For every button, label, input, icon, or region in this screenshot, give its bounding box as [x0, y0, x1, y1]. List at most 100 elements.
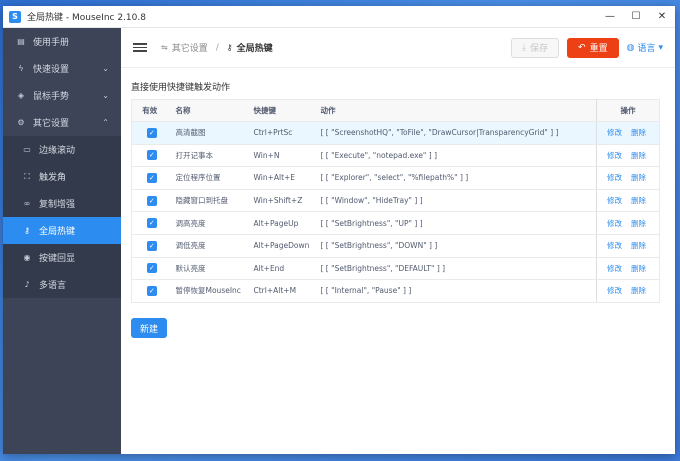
sidebar-item-other-settings[interactable]: ⚙ 其它设置 ⌃ — [3, 109, 121, 136]
maximize-icon[interactable]: ☐ — [623, 6, 649, 27]
new-button[interactable]: 新建 — [131, 318, 168, 338]
row-action: [ [ "Internal", "Pause" ] ] — [312, 279, 597, 303]
sidebar-item-label: 快速设置 — [33, 65, 70, 75]
table-row[interactable]: ✓ 暂停恢复MouseInc Ctrl+Alt+M[ [ "Internal", "… — [131, 279, 660, 303]
col-action: 动作 — [312, 99, 597, 122]
edit-link[interactable]: 修改 — [607, 151, 622, 160]
edit-link[interactable]: 修改 — [607, 219, 622, 228]
close-icon[interactable]: ✕ — [649, 6, 675, 27]
sidebar-item-language[interactable]: ♪ 多语言 — [3, 271, 121, 298]
row-name: 调高亮度 — [167, 211, 246, 235]
table-row[interactable]: ✓ 隐藏窗口到托盘 Win+Shift+Z[ [ "Window", "HideTr… — [131, 189, 660, 213]
row-action: [ [ "SetBrightness", "DOWN" ] ] — [312, 234, 597, 258]
sidebar-item-mouse-gesture[interactable]: ◈ 鼠标手势 ⌄ — [3, 82, 121, 109]
col-name: 名称 — [167, 99, 246, 122]
table-header-row: 有效 名称 快捷键 动作 操作 — [131, 99, 660, 122]
language-dropdown[interactable]: ◍ 语言 ▾ — [627, 41, 663, 55]
gear-icon: ⚙ — [17, 118, 25, 127]
book-icon: ▤ — [17, 37, 25, 46]
row-hotkey: Alt+PageDown — [245, 234, 313, 258]
table-row[interactable]: ✓ 调高亮度 Alt+PageUp[ [ "SetBrightness", "UP"… — [131, 211, 660, 235]
edit-link[interactable]: 修改 — [607, 264, 622, 273]
minimize-icon[interactable]: — — [597, 6, 623, 27]
sidebar-item-global-hotkey[interactable]: ⚷ 全局热键 — [3, 217, 121, 244]
monitor-icon: ▭ — [23, 145, 31, 154]
row-enabled-cell: ✓ — [131, 189, 168, 213]
enabled-checkbox[interactable]: ✓ — [146, 172, 157, 183]
enabled-checkbox[interactable]: ✓ — [146, 218, 157, 229]
sidebar-item-label: 边缘滚动 — [39, 146, 76, 156]
table-row[interactable]: ✓ 打开记事本 Win+N[ [ "Execute", "notepad.exe" … — [131, 144, 660, 168]
row-name: 高清截图 — [167, 121, 246, 145]
row-name: 打开记事本 — [167, 144, 246, 168]
enabled-checkbox[interactable]: ✓ — [146, 263, 157, 274]
main-panel: ⇋ 其它设置 / ⚷ 全局热键 ⤓ 保存 ↶ 重置 ◍ 语言 ▾ 直接使用快捷键… — [121, 28, 675, 454]
breadcrumb-parent[interactable]: ⇋ 其它设置 — [161, 41, 208, 54]
mic-icon: ♪ — [24, 280, 30, 289]
save-button-label: 保存 — [530, 44, 549, 54]
enabled-checkbox[interactable]: ✓ — [146, 240, 157, 251]
row-enabled-cell: ✓ — [131, 234, 168, 258]
delete-link[interactable]: 删除 — [631, 241, 646, 250]
delete-link[interactable]: 删除 — [631, 128, 646, 137]
delete-link[interactable]: 删除 — [631, 173, 646, 182]
reset-button[interactable]: ↶ 重置 — [567, 37, 619, 58]
row-name: 定位程序位置 — [167, 166, 246, 190]
row-name: 默认亮度 — [167, 257, 246, 281]
delete-link[interactable]: 删除 — [631, 151, 646, 160]
row-hotkey: Win+Shift+Z — [245, 189, 313, 213]
title-bar[interactable]: S 全局热键 - MouseInc 2.10.8 — ☐ ✕ — [3, 6, 675, 28]
breadcrumb-separator: / — [215, 42, 219, 53]
chevron-down-icon: ⌄ — [102, 91, 109, 100]
row-ops: 修改 删除 — [596, 144, 660, 168]
link-icon: ∞ — [23, 199, 31, 208]
sidebar-item-hot-corner[interactable]: ⛶ 触发角 — [3, 163, 121, 190]
sidebar-item-label: 多语言 — [39, 281, 67, 291]
table-row[interactable]: ✓ 默认亮度 Alt+End[ [ "SetBrightness", "DEFAUL… — [131, 257, 660, 281]
row-hotkey: Alt+PageUp — [245, 211, 313, 235]
sidebar: ▤ 使用手册 ϟ 快速设置 ⌄ ◈ 鼠标手势 ⌄ ⚙ 其它设置 ⌃ ▭ 边缘滚动 — [3, 28, 121, 454]
save-button[interactable]: ⤓ 保存 — [511, 37, 560, 58]
edit-link[interactable]: 修改 — [607, 286, 622, 295]
sidebar-item-key-echo[interactable]: ◉ 按键回显 — [3, 244, 121, 271]
col-enabled: 有效 — [131, 99, 168, 122]
sidebar-item-quick-settings[interactable]: ϟ 快速设置 ⌄ — [3, 55, 121, 82]
row-ops: 修改 删除 — [596, 257, 660, 281]
row-enabled-cell: ✓ — [131, 211, 168, 235]
sidebar-item-manual[interactable]: ▤ 使用手册 — [3, 28, 121, 55]
edit-link[interactable]: 修改 — [607, 196, 622, 205]
row-action: [ [ "SetBrightness", "DEFAULT" ] ] — [312, 257, 597, 281]
sidebar-item-label: 复制增强 — [39, 200, 76, 210]
chevron-up-icon: ⌃ — [102, 118, 109, 127]
row-hotkey: Win+N — [245, 144, 313, 168]
sidebar-item-edge-scroll[interactable]: ▭ 边缘滚动 — [3, 136, 121, 163]
delete-link[interactable]: 删除 — [631, 264, 646, 273]
row-enabled-cell: ✓ — [131, 257, 168, 281]
row-ops: 修改 删除 — [596, 234, 660, 258]
sidebar-item-label: 按键回显 — [39, 254, 76, 264]
enabled-checkbox[interactable]: ✓ — [146, 127, 157, 138]
row-ops: 修改 删除 — [596, 189, 660, 213]
enabled-checkbox[interactable]: ✓ — [146, 150, 157, 161]
enabled-checkbox[interactable]: ✓ — [146, 195, 157, 206]
sidebar-item-label: 全局热键 — [39, 227, 76, 237]
menu-toggle-icon[interactable] — [133, 43, 147, 52]
table-row[interactable]: ✓ 定位程序位置 Win+Alt+E[ [ "Explorer", "select"… — [131, 166, 660, 190]
table-row[interactable]: ✓ 高清截图 Ctrl+PrtSc[ [ "ScreenshotHQ", "ToFi… — [131, 121, 660, 145]
header: ⇋ 其它设置 / ⚷ 全局热键 ⤓ 保存 ↶ 重置 ◍ 语言 ▾ — [121, 28, 675, 68]
row-action: [ [ "Window", "HideTray" ] ] — [312, 189, 597, 213]
mouse-icon: ◈ — [17, 91, 25, 100]
edit-link[interactable]: 修改 — [607, 173, 622, 182]
download-icon: ⤓ — [522, 42, 527, 53]
row-hotkey: Ctrl+Alt+M — [245, 279, 313, 303]
edit-link[interactable]: 修改 — [607, 128, 622, 137]
delete-link[interactable]: 删除 — [631, 219, 646, 228]
table-row[interactable]: ✓ 调低亮度 Alt+PageDown[ [ "SetBrightness", "D… — [131, 234, 660, 258]
sidebar-item-copy-enhance[interactable]: ∞ 复制增强 — [3, 190, 121, 217]
edit-link[interactable]: 修改 — [607, 241, 622, 250]
enabled-checkbox[interactable]: ✓ — [146, 285, 157, 296]
breadcrumb-current-label: 全局热键 — [236, 44, 273, 54]
row-hotkey: Alt+End — [245, 257, 313, 281]
delete-link[interactable]: 删除 — [631, 196, 646, 205]
delete-link[interactable]: 删除 — [631, 286, 646, 295]
